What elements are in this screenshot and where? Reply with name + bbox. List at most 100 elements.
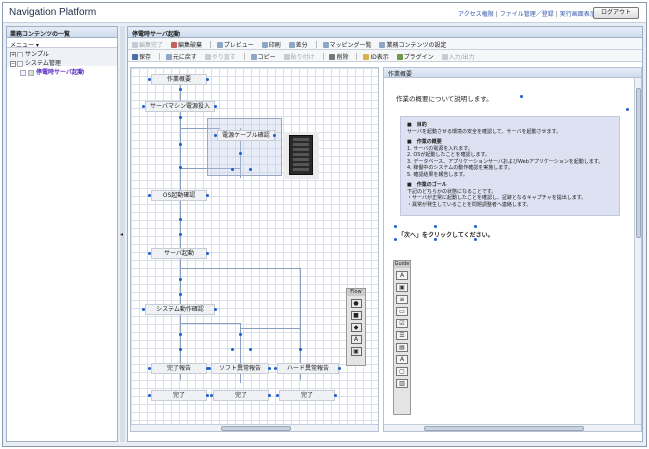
description-line: ・異常が発生していることを問題調整者へ連絡します。 bbox=[407, 201, 532, 208]
discard-icon bbox=[170, 42, 177, 48]
settings-icon bbox=[379, 42, 386, 48]
flow-node[interactable]: 完了 bbox=[151, 390, 207, 401]
diamond-icon[interactable]: ◆ bbox=[350, 323, 362, 332]
table-icon[interactable]: ▤ bbox=[396, 343, 408, 352]
editor-panel: 停電時サーバ起動 編集完了 編集破棄 プレビュー 印刷 差分 マッピング一覧 業… bbox=[127, 26, 643, 442]
flow-icon bbox=[28, 69, 34, 76]
mapping-icon bbox=[322, 42, 329, 48]
save-button[interactable]: 保存 bbox=[132, 52, 151, 61]
flow-connector bbox=[180, 323, 240, 324]
flow-node[interactable]: ソフト異常報告 bbox=[211, 363, 269, 374]
id-icon bbox=[363, 54, 370, 60]
flow-connector bbox=[180, 268, 300, 269]
undo-button[interactable]: 元に戻す bbox=[165, 52, 197, 61]
app-title: Navigation Platform bbox=[9, 7, 97, 18]
flow-horizontal-scrollbar[interactable] bbox=[131, 424, 378, 431]
work-vertical-scrollbar[interactable] bbox=[634, 78, 641, 424]
file-manage-link[interactable]: ファイル管理／登録 bbox=[500, 11, 554, 18]
flow-node[interactable]: サーバ起動 bbox=[151, 248, 207, 259]
input-output-button[interactable]: 入力/出力 bbox=[441, 52, 475, 61]
finish-edit-button[interactable]: 編集完了 bbox=[132, 40, 163, 49]
work-horizontal-scrollbar[interactable] bbox=[384, 424, 641, 431]
image-icon[interactable]: ▣ bbox=[396, 283, 408, 292]
discard-edit-button[interactable]: 編集破棄 bbox=[170, 40, 202, 49]
id-display-button[interactable]: ID表示 bbox=[363, 52, 389, 61]
content-icon bbox=[20, 69, 26, 76]
access-link[interactable]: アクセス権限 bbox=[458, 11, 494, 18]
delete-icon bbox=[329, 54, 336, 60]
header-links: アクセス権限 | ファイル管理／登録 | 実行画面表示 bbox=[458, 9, 596, 18]
image-icon[interactable]: ▣ bbox=[350, 347, 362, 356]
square-icon[interactable]: ■ bbox=[350, 311, 362, 320]
flow-node[interactable]: サーバマシン電源投入 bbox=[145, 101, 215, 112]
server-rack-image bbox=[283, 132, 319, 179]
app-window: Navigation Platform アクセス権限 | ファイル管理／登録 | 実行画… bbox=[2, 2, 647, 447]
next-prompt[interactable]: 「次へ」をクリックしてください。 bbox=[398, 230, 494, 239]
selection-region bbox=[207, 118, 282, 176]
save-icon bbox=[132, 54, 138, 60]
work-summary[interactable]: 作業の概要について説明します。 bbox=[396, 93, 493, 103]
toolbar-bottom: 保存 元に戻す やり直す コピー 貼り付け 削除 ID表示 プラグイン 入力/出… bbox=[128, 50, 642, 62]
content-list-title: 業務コンテンツの一覧 bbox=[7, 27, 117, 38]
paste-button[interactable]: 貼り付け bbox=[283, 52, 315, 61]
input-icon[interactable]: ▭ bbox=[396, 307, 408, 316]
header-separator: | bbox=[555, 11, 558, 18]
plugin-icon bbox=[396, 54, 403, 60]
delete-button[interactable]: 削除 bbox=[329, 52, 348, 61]
copy-button[interactable]: コピー bbox=[250, 52, 276, 61]
work-pane[interactable]: 作業概要 作業の概要について説明します。 ■ 目的 サーバを起動させる環境の安全を… bbox=[383, 67, 642, 432]
run-screen-link[interactable]: 実行画面表示 bbox=[560, 11, 596, 18]
description-line: ・サーバが正常に起動したことを確認し、証跡となるキャプチャを提出します。 bbox=[407, 195, 587, 201]
flow-node[interactable]: ハード異常報告 bbox=[277, 363, 339, 374]
guide-palette-title: Guide bbox=[394, 261, 410, 268]
preview-icon bbox=[216, 42, 223, 48]
flow-palette-title: Flow bbox=[347, 289, 365, 296]
tree-item-system[interactable]: − システム管理 bbox=[7, 57, 117, 67]
flow-node[interactable]: 完了 bbox=[279, 390, 335, 401]
print-icon bbox=[261, 42, 268, 48]
diff-button[interactable]: 差分 bbox=[288, 40, 308, 49]
flow-node[interactable]: 電源ケーブル確認 bbox=[217, 130, 275, 141]
font-icon[interactable]: A bbox=[396, 355, 408, 364]
flow-node[interactable]: 作業概要 bbox=[151, 74, 207, 85]
circle-icon[interactable]: ● bbox=[350, 299, 362, 308]
diff-icon bbox=[288, 42, 295, 48]
flow-node[interactable]: OS起動確認 bbox=[151, 190, 207, 201]
text-icon[interactable]: A bbox=[396, 271, 408, 280]
collapse-arrow-icon[interactable]: ◂ bbox=[120, 231, 123, 238]
text-icon[interactable]: A bbox=[350, 335, 362, 344]
plugin-button[interactable]: プラグイン bbox=[396, 52, 434, 61]
tree-item-label: 停電時サーバ起動 bbox=[36, 69, 84, 76]
editor-title: 停電時サーバ起動 bbox=[128, 27, 642, 38]
work-description-box[interactable]: ■ 目的 サーバを起動させる環境の安全を確認して、サーバを起動させます。 ■ 作業の… bbox=[400, 116, 620, 216]
tree-item-power-outage[interactable]: 停電時サーバ起動 bbox=[7, 66, 117, 76]
toolbar-top: 編集完了 編集破棄 プレビュー 印刷 差分 マッピング一覧 業務コンテンツの設定 bbox=[128, 38, 642, 50]
panel-splitter[interactable]: ◂ bbox=[120, 26, 125, 442]
flow-node[interactable]: 完了報告 bbox=[151, 363, 207, 374]
tree-item-sample[interactable]: + サンプル bbox=[7, 48, 117, 58]
work-pane-title: 作業概要 bbox=[384, 68, 641, 78]
checkbox-icon[interactable]: ☑ bbox=[396, 319, 408, 328]
guide-palette: Guide A ▣ ≡ ▭ ☑ ☰ ▤ A ▢ ▥ bbox=[393, 260, 411, 415]
check-icon bbox=[132, 42, 138, 48]
menu-dropdown[interactable]: メニュー ▾ bbox=[7, 38, 117, 49]
preview-button[interactable]: プレビュー bbox=[216, 40, 254, 49]
header-separator: | bbox=[495, 11, 498, 18]
flow-node[interactable]: システム動作確認 bbox=[145, 304, 215, 315]
paste-icon bbox=[283, 54, 290, 60]
window-icon[interactable]: ▥ bbox=[396, 379, 408, 388]
content-settings-button[interactable]: 業務コンテンツの設定 bbox=[379, 40, 446, 49]
redo-button[interactable]: やり直す bbox=[204, 52, 236, 61]
title-bar: Navigation Platform アクセス権限 | ファイル管理／登録 | 実行画… bbox=[3, 3, 646, 23]
flow-canvas[interactable]: 作業概要 サーバマシン電源投入 電源ケーブル確認 OS起動確認 サーバ起動 シス… bbox=[130, 67, 379, 432]
list-icon[interactable]: ≡ bbox=[396, 295, 408, 304]
frame-icon[interactable]: ▢ bbox=[396, 367, 408, 376]
flow-node[interactable]: 完了 bbox=[213, 390, 269, 401]
print-button[interactable]: 印刷 bbox=[261, 40, 281, 49]
flow-palette: Flow ● ■ ◆ A ▣ bbox=[346, 288, 366, 366]
undo-icon bbox=[165, 54, 172, 60]
content-list-panel: 業務コンテンツの一覧 メニュー ▾ + サンプル − システム管理 停電時サーバ起動 bbox=[6, 26, 118, 442]
mapping-list-button[interactable]: マッピング一覧 bbox=[322, 40, 372, 49]
radio-list-icon[interactable]: ☰ bbox=[396, 331, 408, 340]
logout-button[interactable]: ログアウト bbox=[593, 7, 639, 19]
